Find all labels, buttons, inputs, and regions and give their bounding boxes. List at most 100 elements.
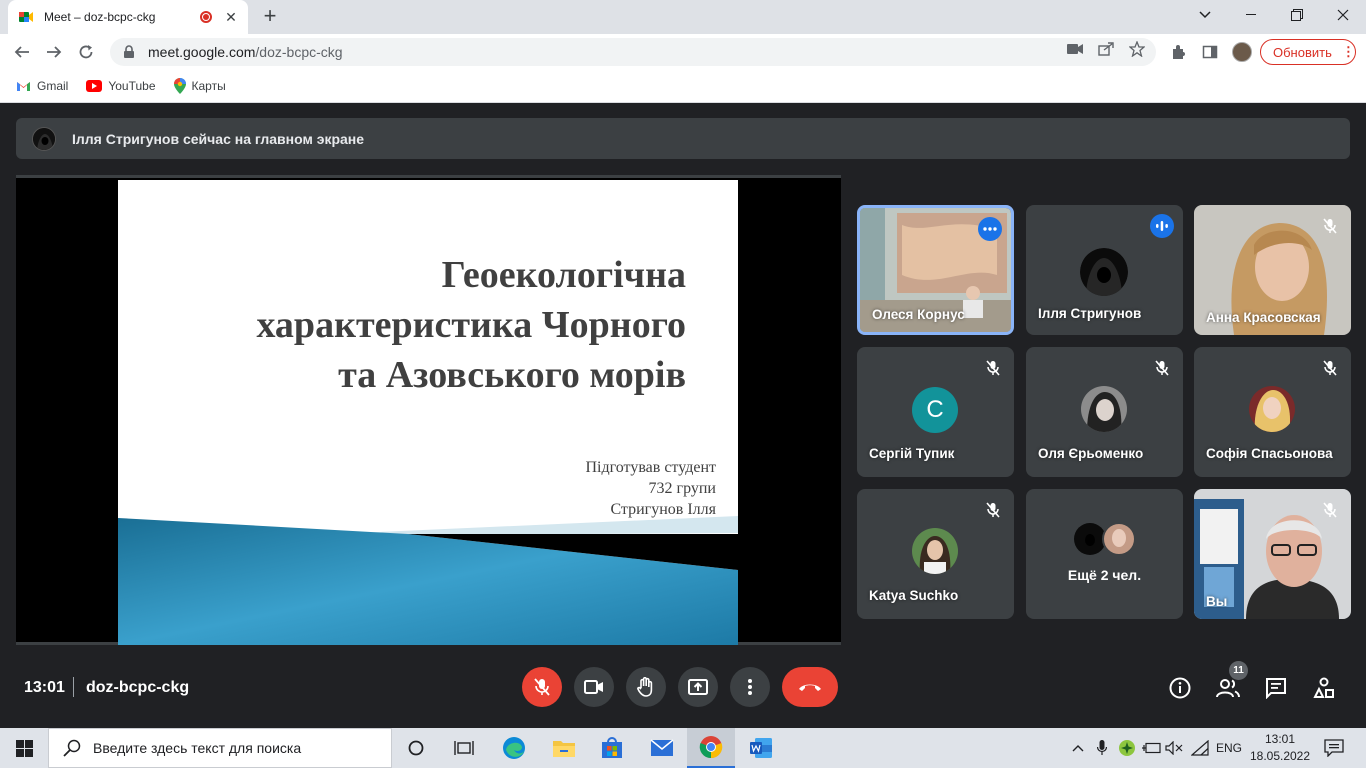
folder-icon — [553, 741, 575, 757]
address-bar[interactable]: meet.google.com/doz-bcpc-ckg — [110, 38, 1156, 66]
update-chrome-button[interactable]: Обновить ⋮ — [1260, 39, 1356, 65]
mic-muted-icon — [1319, 499, 1341, 521]
presentation-stage[interactable]: Геоекологічна характеристика Чорного та … — [16, 175, 841, 645]
taskbar-chrome[interactable] — [687, 728, 735, 768]
volume-muted-icon[interactable] — [1163, 728, 1185, 768]
task-view-button[interactable] — [440, 728, 488, 768]
meeting-clock: 13:01 — [24, 679, 65, 696]
bookmark-youtube[interactable]: YouTube — [86, 79, 156, 93]
participant-tile[interactable]: Оля Єрьоменко — [1026, 347, 1183, 477]
hand-icon — [637, 677, 653, 697]
youtube-icon — [86, 80, 103, 92]
slide-title-line: Геоекологічна — [441, 254, 686, 296]
extensions-icon[interactable] — [1166, 40, 1190, 64]
self-view-tile[interactable]: Вы — [1194, 489, 1351, 619]
taskbar-search-box[interactable]: Введите здесь текст для поиска — [48, 728, 392, 768]
mic-toggle-button[interactable] — [522, 667, 562, 707]
camera-in-use-icon[interactable] — [1066, 40, 1084, 58]
banner-text: Ілля Стригунов сейчас на главном экране — [72, 130, 365, 147]
share-icon[interactable] — [1097, 40, 1115, 58]
chat-icon[interactable] — [1263, 675, 1289, 701]
tray-app-icon[interactable] — [1116, 728, 1138, 768]
tray-overflow-chevron-icon[interactable] — [1068, 728, 1088, 768]
gmail-icon — [16, 80, 31, 92]
network-icon[interactable] — [1188, 728, 1212, 768]
side-panel-icon[interactable] — [1198, 40, 1222, 64]
more-options-button[interactable] — [730, 667, 770, 707]
notifications-icon[interactable] — [1322, 736, 1346, 760]
bookmark-star-icon[interactable] — [1128, 40, 1146, 58]
mic-muted-icon — [1319, 357, 1341, 379]
profile-avatar[interactable] — [1232, 42, 1252, 62]
leave-call-button[interactable] — [782, 667, 838, 707]
store-icon — [602, 737, 622, 758]
slide-author-line: Підготував студент — [585, 459, 716, 476]
participant-tile[interactable]: Анна Красовская — [1194, 205, 1351, 335]
meeting-info-icon[interactable] — [1167, 675, 1193, 701]
more-participants-tile[interactable]: Ещё 2 чел. — [1026, 489, 1183, 619]
mic-muted-icon — [1151, 357, 1173, 379]
participant-tile[interactable]: Katya Suchko — [857, 489, 1014, 619]
system-date: 18.05.2022 — [1249, 749, 1311, 763]
bar-divider — [73, 677, 74, 697]
windows-taskbar: Введите здесь текст для поиска ENG 13:01… — [0, 728, 1366, 768]
participant-name: Katya Suchko — [869, 588, 959, 603]
slide-title: Геоекологічна характеристика Чорного та … — [126, 250, 686, 400]
presentation-slide: Геоекологічна характеристика Чорного та … — [118, 180, 738, 645]
participant-avatar — [1081, 386, 1127, 432]
start-button[interactable] — [0, 728, 48, 768]
participant-tile[interactable]: Софія Спасьонова — [1194, 347, 1351, 477]
tab-close-icon[interactable]: ✕ — [224, 9, 238, 26]
activities-icon[interactable] — [1311, 675, 1337, 701]
tray-microphone-icon[interactable] — [1094, 728, 1110, 768]
participant-name: Сергій Тупик — [869, 446, 955, 461]
camera-toggle-button[interactable] — [574, 667, 614, 707]
participant-name: Оля Єрьоменко — [1038, 446, 1144, 461]
task-view-icon — [454, 741, 474, 755]
participant-tile[interactable]: С Сергій Тупик — [857, 347, 1014, 477]
new-tab-button[interactable]: + — [258, 4, 282, 28]
present-screen-button[interactable] — [678, 667, 718, 707]
more-options-icon[interactable] — [978, 217, 1002, 241]
raise-hand-button[interactable] — [626, 667, 666, 707]
taskbar-store[interactable] — [588, 728, 636, 768]
meet-call-area: Ілля Стригунов сейчас на главном экране … — [0, 103, 1366, 728]
lock-icon — [124, 45, 134, 58]
slide-author-line: 732 групи — [648, 480, 716, 497]
bookmark-label: Карты — [191, 79, 226, 93]
taskbar-mail[interactable] — [638, 728, 686, 768]
taskbar-edge[interactable] — [490, 728, 538, 768]
battery-charging-icon[interactable] — [1141, 728, 1163, 768]
bookmark-label: Gmail — [37, 79, 69, 93]
system-clock[interactable]: 13:01 18.05.2022 — [1248, 731, 1312, 765]
back-arrow-icon[interactable] — [10, 40, 34, 64]
cortana-button[interactable] — [392, 728, 440, 768]
participant-avatar — [1080, 248, 1128, 296]
taskbar-word[interactable] — [737, 728, 785, 768]
presenting-banner: Ілля Стригунов сейчас на главном экране — [16, 118, 1350, 159]
mic-off-icon — [534, 678, 550, 696]
camera-icon — [584, 680, 603, 694]
restore-button[interactable] — [1274, 0, 1320, 30]
forward-arrow-icon[interactable] — [42, 40, 66, 64]
reload-icon[interactable] — [74, 40, 98, 64]
participant-tile[interactable]: Олеся Корнус — [857, 205, 1014, 335]
tab-search-chevron-icon[interactable] — [1182, 0, 1228, 30]
taskbar-file-explorer[interactable] — [540, 728, 588, 768]
mic-muted-icon — [1319, 215, 1341, 237]
minimize-button[interactable] — [1228, 0, 1274, 30]
slide-title-line: та Азовського морів — [338, 354, 686, 396]
url-path: /doz-bcpc-ckg — [255, 44, 343, 60]
input-language[interactable]: ENG — [1212, 728, 1246, 768]
bookmark-maps[interactable]: Карты — [173, 78, 226, 94]
word-icon — [750, 738, 772, 758]
bookmark-gmail[interactable]: Gmail — [16, 79, 68, 93]
edge-icon — [503, 737, 525, 759]
mic-muted-icon — [982, 499, 1004, 521]
browser-tab-meet[interactable]: Meet – doz-bcpc-ckg ✕ — [8, 0, 248, 34]
close-window-button[interactable] — [1320, 0, 1366, 30]
participant-tile[interactable]: Ілля Стригунов — [1026, 205, 1183, 335]
participant-avatar — [912, 528, 958, 574]
slide-title-line: характеристика Чорного — [256, 304, 686, 346]
update-label: Обновить — [1273, 44, 1332, 60]
